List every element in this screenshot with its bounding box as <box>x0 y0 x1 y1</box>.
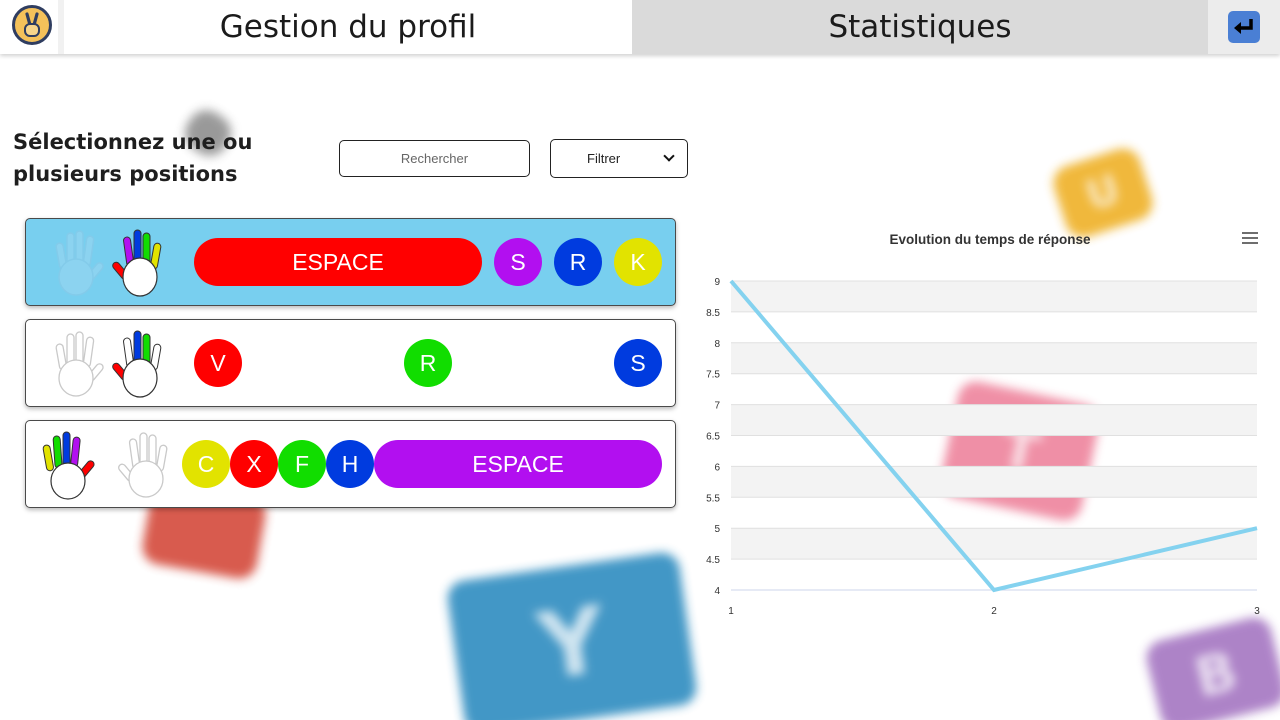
y-tick-label: 6 <box>714 462 720 473</box>
positions-prompt: Sélectionnez une ou plusieurs positions <box>13 130 253 186</box>
key-r: R <box>404 339 452 387</box>
position-card[interactable]: V R S <box>25 319 676 407</box>
key-c: C <box>182 440 230 488</box>
key-r: R <box>554 238 602 286</box>
chevron-down-icon <box>663 150 675 162</box>
y-tick-label: 7.5 <box>706 370 720 381</box>
tab-statistics[interactable]: Statistiques <box>632 0 1208 54</box>
key-espace: ESPACE <box>194 238 482 286</box>
grid-band <box>731 281 1257 312</box>
top-navigation-bar: Gestion du profil Statistiques <box>0 0 1280 54</box>
grid-band <box>731 342 1257 374</box>
key-s: S <box>494 238 542 286</box>
y-tick-label: 9 <box>714 277 720 288</box>
enter-return-icon[interactable] <box>1228 11 1260 43</box>
y-tick-label: 5.5 <box>706 493 720 504</box>
left-hand-icon <box>42 429 95 501</box>
victory-hand-icon[interactable] <box>12 5 52 45</box>
chart-menu-icon[interactable] <box>1242 232 1258 246</box>
key-k: K <box>614 238 662 286</box>
left-hand-icon <box>50 227 104 299</box>
right-hand-outline-icon <box>118 429 172 501</box>
chart-title: Evolution du temps de réponse <box>889 232 1091 247</box>
key-v: V <box>194 339 242 387</box>
key-f: F <box>278 440 326 488</box>
y-tick-label: 7 <box>714 401 720 412</box>
right-hand-icon <box>112 328 166 400</box>
y-tick-label: 6.5 <box>706 432 720 443</box>
filter-select[interactable]: Filtrer <box>550 139 688 178</box>
x-tick-label: 2 <box>991 606 997 617</box>
back-button-area <box>1208 0 1280 54</box>
key-s: S <box>614 339 662 387</box>
position-card[interactable]: ESPACE S R K <box>25 218 676 306</box>
y-tick-label: 4.5 <box>706 555 720 566</box>
left-hand-outline-icon <box>50 328 104 400</box>
y-tick-label: 8.5 <box>706 308 720 319</box>
key-espace: ESPACE <box>374 440 662 488</box>
y-tick-label: 4 <box>714 586 720 597</box>
key-x: X <box>230 440 278 488</box>
chart-svg: 4 4.5 5 5.5 6 6.5 7 7.5 8 8.5 9 1 2 3 Evolution du tem… <box>706 232 1260 617</box>
grid-band <box>731 528 1257 560</box>
response-time-chart: 4 4.5 5 5.5 6 6.5 7 7.5 8 8.5 9 1 2 3 Evolution du tem… <box>690 215 1280 635</box>
right-hand-icon <box>112 227 166 299</box>
decorative-key-cube-blue: Y <box>445 550 699 720</box>
x-tick-label: 1 <box>728 606 734 617</box>
x-tick-label: 3 <box>1254 606 1260 617</box>
search-input[interactable] <box>339 140 530 177</box>
tab-profile-management[interactable]: Gestion du profil <box>64 0 632 54</box>
y-tick-label: 5 <box>714 524 720 535</box>
grid-band <box>731 466 1257 498</box>
position-card[interactable]: C X F H ESPACE <box>25 420 676 508</box>
grid-band <box>731 404 1257 436</box>
y-tick-label: 8 <box>714 339 720 350</box>
filter-select-label: Filtrer <box>587 151 621 166</box>
key-h: H <box>326 440 374 488</box>
